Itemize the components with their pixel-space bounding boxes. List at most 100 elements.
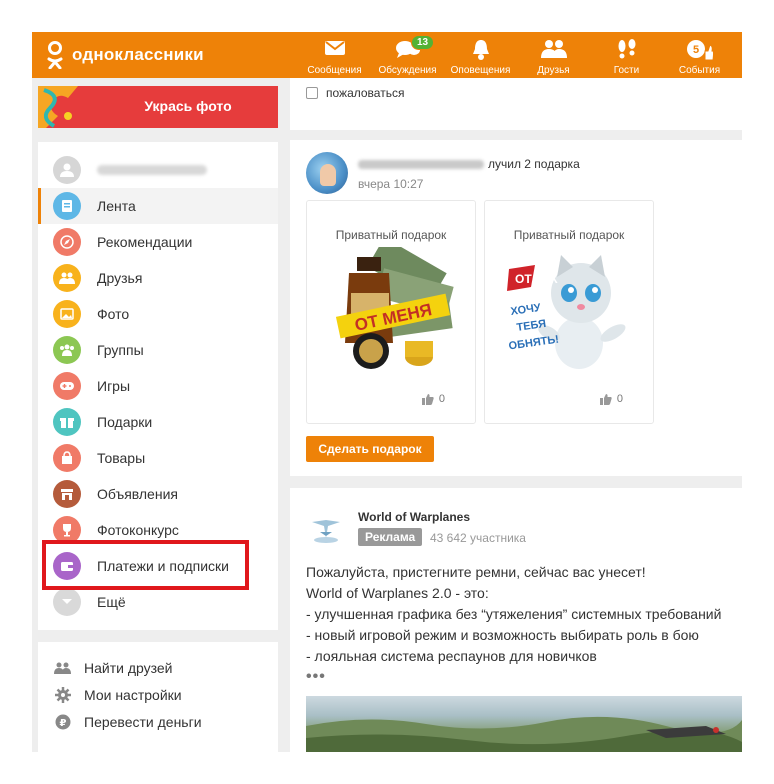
top-nav: Сообщения 13 Обсуждения Оповещения Друзь… bbox=[298, 32, 736, 78]
sidebar-item-label: Объявления bbox=[97, 486, 178, 502]
link-label: Перевести деньги bbox=[84, 713, 202, 730]
ad-group-title[interactable]: World of Warplanes bbox=[358, 510, 470, 524]
gift-post-header: лучил 2 подарка bbox=[358, 157, 580, 171]
ad-post: World of Warplanes Реклама 43 642 участн… bbox=[290, 488, 742, 752]
ad-image[interactable] bbox=[306, 696, 742, 752]
gift-like-button[interactable]: 0 bbox=[599, 393, 623, 405]
author-name-blurred[interactable] bbox=[358, 159, 484, 169]
decorate-photo-banner[interactable]: Укрась фото bbox=[38, 86, 278, 128]
sidebar-item-photo[interactable]: Фото bbox=[38, 296, 278, 332]
gift-post-action: лучил 2 подарка bbox=[488, 157, 580, 171]
footprints-icon bbox=[618, 39, 635, 59]
nav-notifications[interactable]: Оповещения bbox=[444, 32, 517, 78]
previous-post-footer: пожаловаться bbox=[290, 78, 742, 130]
gamepad-icon bbox=[53, 372, 81, 400]
nav-discussions[interactable]: 13 Обсуждения bbox=[371, 32, 444, 78]
thumbs-up-icon bbox=[599, 393, 612, 405]
payments-highlight-box bbox=[42, 540, 249, 590]
sidebar-item-label: Товары bbox=[97, 450, 146, 466]
my-settings-link[interactable]: Мои настройки bbox=[38, 681, 278, 708]
bell-icon bbox=[472, 40, 489, 60]
nav-friends[interactable]: Друзья bbox=[517, 32, 590, 78]
ad-text-line: World of Warplanes 2.0 - это: bbox=[306, 585, 489, 601]
ad-badge: Реклама bbox=[358, 528, 423, 546]
sidebar-item-ads[interactable]: Объявления bbox=[38, 476, 278, 512]
sidebar-item-goods[interactable]: Товары bbox=[38, 440, 278, 476]
user-name-blurred bbox=[97, 165, 207, 175]
banner-decoration bbox=[38, 86, 78, 128]
ad-text-line: - лояльная система респаунов для новичко… bbox=[306, 648, 597, 664]
nav-events[interactable]: 5 События bbox=[663, 32, 736, 78]
sidebar-item-label: Игры bbox=[97, 378, 131, 394]
ad-text-line: - новый игровой режим и возможность выби… bbox=[306, 627, 699, 643]
complain-label: пожаловаться bbox=[326, 86, 405, 100]
find-friends-icon bbox=[54, 659, 72, 677]
user-icon bbox=[60, 163, 74, 177]
ruble-icon: ₽ bbox=[54, 713, 72, 731]
make-gift-button[interactable]: Сделать подарок bbox=[306, 436, 434, 462]
app-window: одноклассники Сообщения 13 Обсуждения Оп… bbox=[32, 32, 742, 752]
nav-label: Обсуждения bbox=[378, 65, 437, 76]
complain-checkbox[interactable]: пожаловаться bbox=[306, 86, 404, 100]
sidebar-item-recommendations[interactable]: Рекомендации bbox=[38, 224, 278, 260]
events-icon: 5 bbox=[686, 40, 714, 61]
friends-icon bbox=[540, 40, 567, 58]
avatar[interactable] bbox=[306, 152, 348, 194]
gift-title: Приватный подарок bbox=[335, 228, 447, 242]
sidebar-item-games[interactable]: Игры bbox=[38, 368, 278, 404]
app-name: одноклассники bbox=[72, 45, 204, 64]
gift-image-kitten-hug: ОТ ТАК ХОЧУ ТЕБЯ ОБНЯТЬ! bbox=[507, 255, 626, 369]
sidebar-item-label: Друзья bbox=[97, 270, 143, 286]
ok-logo-icon bbox=[44, 40, 66, 70]
envelope-icon bbox=[324, 41, 345, 55]
sidebar-item-friends[interactable]: Друзья bbox=[38, 260, 278, 296]
nav-label: Гости bbox=[613, 65, 640, 76]
checkbox-box[interactable] bbox=[306, 87, 318, 99]
user-profile-item[interactable] bbox=[38, 152, 278, 188]
discussions-badge: 13 bbox=[411, 35, 435, 50]
find-friends-link[interactable]: Найти друзей bbox=[38, 654, 278, 681]
gift-title: Приватный подарок bbox=[513, 228, 625, 242]
nav-label: Сообщения bbox=[307, 65, 362, 76]
nav-guests[interactable]: Гости bbox=[590, 32, 663, 78]
sidebar-item-label: Фотоконкурс bbox=[97, 522, 179, 538]
sidebar-item-groups[interactable]: Группы bbox=[38, 332, 278, 368]
ad-members-count: 43 642 участника bbox=[430, 531, 526, 545]
gift-post: лучил 2 подарка вчера 10:27 Приватный по… bbox=[290, 140, 742, 476]
sidebar-item-gifts[interactable]: Подарки bbox=[38, 404, 278, 440]
top-bar: одноклассники Сообщения 13 Обсуждения Оп… bbox=[32, 32, 742, 78]
sidebar-item-feed[interactable]: Лента bbox=[38, 188, 278, 224]
compass-icon bbox=[53, 228, 81, 256]
svg-text:ОБНЯТЬ!: ОБНЯТЬ! bbox=[508, 334, 560, 353]
sidebar-links: Найти друзей Мои настройки ₽ Перевести д… bbox=[38, 642, 278, 752]
gift-card[interactable]: Приватный подарок ОТ МЕНЯ 0 bbox=[306, 200, 476, 424]
sidebar-item-label: Фото bbox=[97, 306, 130, 322]
like-count: 0 bbox=[616, 393, 623, 405]
nav-messages[interactable]: Сообщения bbox=[298, 32, 371, 78]
bag-icon bbox=[53, 444, 81, 472]
post-timestamp[interactable]: вчера 10:27 bbox=[358, 177, 423, 191]
svg-text:5: 5 bbox=[692, 44, 698, 56]
gift-like-button[interactable]: 0 bbox=[421, 393, 445, 405]
avatar bbox=[53, 156, 81, 184]
link-label: Мои настройки bbox=[84, 686, 182, 703]
ad-landscape-image bbox=[306, 716, 742, 752]
nav-label: Оповещения bbox=[450, 65, 511, 76]
photo-icon bbox=[53, 300, 81, 328]
chevron-down-icon bbox=[53, 588, 81, 616]
gear-icon bbox=[54, 686, 72, 704]
logo[interactable]: одноклассники bbox=[44, 40, 204, 70]
nav-label: Друзья bbox=[537, 65, 570, 76]
gift-card[interactable]: Приватный подарок ОТ ТАК ХОЧУ ТЕБЯ ОБНЯТ… bbox=[484, 200, 654, 424]
sidebar-item-label: Рекомендации bbox=[97, 234, 193, 250]
transfer-money-link[interactable]: ₽ Перевести деньги bbox=[38, 708, 278, 735]
ad-text-line: Пожалуйста, пристегните ремни, сейчас ва… bbox=[306, 564, 646, 580]
world-of-warplanes-logo-icon[interactable] bbox=[306, 508, 346, 548]
sidebar-item-label: Ещё bbox=[97, 594, 126, 610]
show-more-button[interactable]: ••• bbox=[306, 668, 326, 686]
gift-icon bbox=[53, 408, 81, 436]
sidebar-item-label: Подарки bbox=[97, 414, 153, 430]
banner-label: Укрась фото bbox=[144, 98, 232, 114]
link-label: Найти друзей bbox=[84, 659, 173, 676]
groups-icon bbox=[53, 336, 81, 364]
